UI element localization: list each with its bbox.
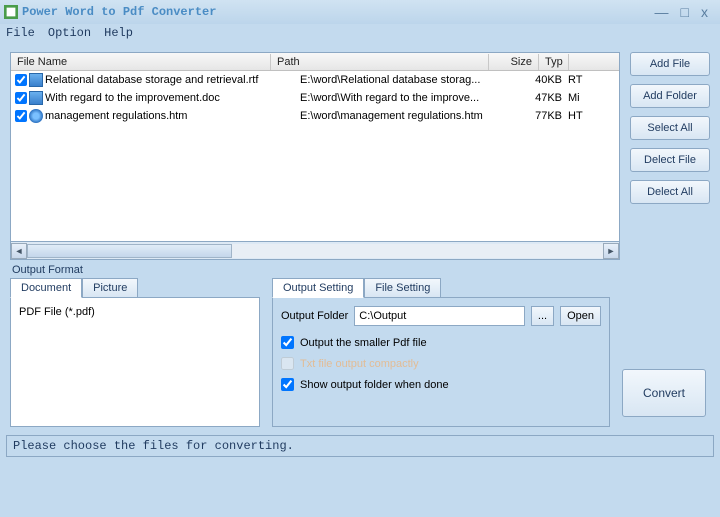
smaller-pdf-label: Output the smaller Pdf file (300, 337, 427, 349)
title-bar: Power Word to Pdf Converter — □ x (0, 0, 720, 24)
open-button[interactable]: Open (560, 306, 601, 326)
output-folder-input[interactable] (354, 306, 525, 326)
file-doc-icon (29, 91, 43, 105)
format-option[interactable]: PDF File (*.pdf) (19, 306, 251, 318)
output-format-box: Document Picture PDF File (*.pdf) (10, 278, 260, 427)
smaller-pdf-checkbox[interactable] (281, 336, 294, 349)
convert-button[interactable]: Convert (622, 369, 706, 417)
file-path: E:\word\Relational database storag... (300, 74, 518, 86)
file-list-header: File Name Path Size Typ (11, 53, 619, 71)
header-size[interactable]: Size (489, 54, 539, 70)
show-folder-checkbox[interactable] (281, 378, 294, 391)
show-folder-label: Show output folder when done (300, 379, 449, 391)
format-list[interactable]: PDF File (*.pdf) (10, 297, 260, 427)
file-html-icon (29, 109, 43, 123)
menu-option[interactable]: Option (48, 26, 91, 40)
file-type: RT (568, 74, 598, 86)
browse-button[interactable]: ... (531, 306, 554, 326)
file-path: E:\word\With regard to the improve... (300, 92, 518, 104)
file-checkbox[interactable] (15, 74, 27, 86)
file-name: With regard to the improvement.doc (45, 92, 300, 104)
tab-output-setting[interactable]: Output Setting (272, 278, 364, 298)
scroll-thumb[interactable] (27, 244, 232, 258)
header-path[interactable]: Path (271, 54, 489, 70)
file-size: 47KB (518, 92, 568, 104)
file-row[interactable]: Relational database storage and retrieva… (11, 71, 619, 89)
file-list: File Name Path Size Typ Relational datab… (10, 52, 620, 242)
file-doc-icon (29, 73, 43, 87)
status-bar: Please choose the files for converting. (6, 435, 714, 457)
settings-box: Output Setting File Setting Output Folde… (272, 278, 610, 427)
file-checkbox[interactable] (15, 110, 27, 122)
tab-picture[interactable]: Picture (82, 278, 138, 298)
select-all-button[interactable]: Select All (630, 116, 710, 140)
file-row[interactable]: management regulations.htm E:\word\manag… (11, 107, 619, 125)
txt-compact-label: Txt file output compactly (300, 358, 419, 370)
delete-file-button[interactable]: Delect File (630, 148, 710, 172)
output-folder-label: Output Folder (281, 310, 348, 322)
menu-bar: File Option Help (0, 24, 720, 44)
file-type: Mi (568, 92, 598, 104)
app-title: Power Word to Pdf Converter (22, 5, 216, 19)
tab-document[interactable]: Document (10, 278, 82, 298)
scroll-right-icon[interactable]: ► (603, 243, 619, 259)
app-logo-icon (4, 5, 18, 19)
menu-help[interactable]: Help (104, 26, 133, 40)
tab-file-setting[interactable]: File Setting (364, 278, 441, 298)
maximize-button[interactable]: □ (681, 4, 689, 20)
header-type[interactable]: Typ (539, 54, 569, 70)
horizontal-scrollbar[interactable]: ◄ ► (10, 242, 620, 260)
menu-file[interactable]: File (6, 26, 35, 40)
file-checkbox[interactable] (15, 92, 27, 104)
delete-all-button[interactable]: Delect All (630, 180, 710, 204)
file-size: 77KB (518, 110, 568, 122)
file-row[interactable]: With regard to the improvement.doc E:\wo… (11, 89, 619, 107)
scroll-left-icon[interactable]: ◄ (11, 243, 27, 259)
add-folder-button[interactable]: Add Folder (630, 84, 710, 108)
file-size: 40KB (518, 74, 568, 86)
file-name: management regulations.htm (45, 110, 300, 122)
minimize-button[interactable]: — (655, 4, 669, 20)
output-format-label: Output Format (0, 260, 720, 278)
file-name: Relational database storage and retrieva… (45, 74, 300, 86)
add-file-button[interactable]: Add File (630, 52, 710, 76)
close-button[interactable]: x (701, 4, 708, 20)
file-path: E:\word\management regulations.htm (300, 110, 518, 122)
txt-compact-checkbox (281, 357, 294, 370)
scroll-track[interactable] (27, 244, 603, 258)
header-filename[interactable]: File Name (11, 54, 271, 70)
file-type: HT (568, 110, 598, 122)
